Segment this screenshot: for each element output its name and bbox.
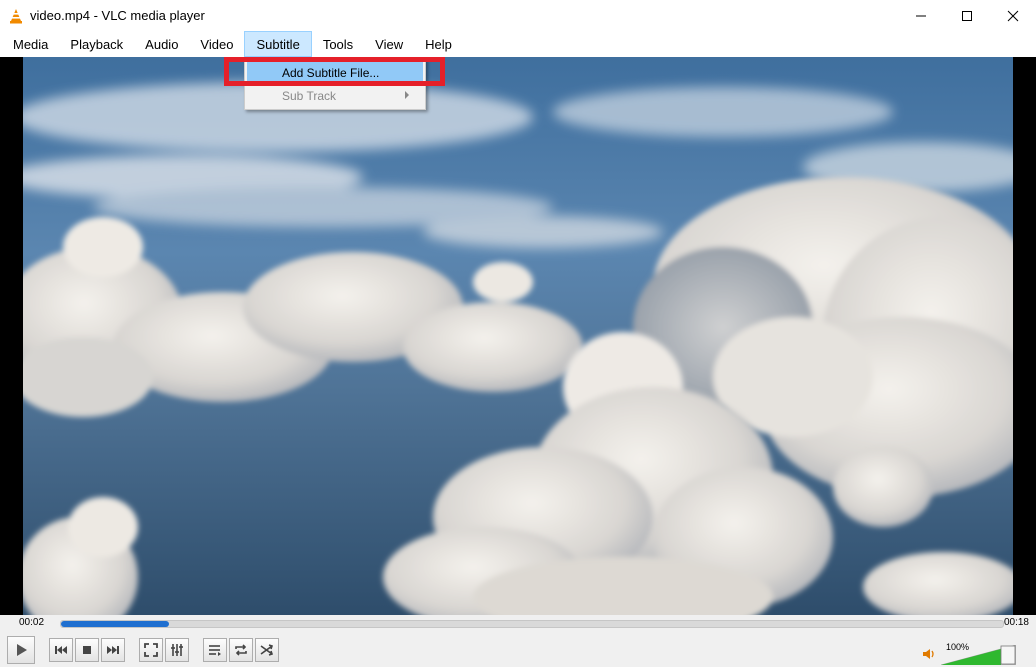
menu-audio[interactable]: Audio xyxy=(134,31,189,57)
menu-playback[interactable]: Playback xyxy=(59,31,134,57)
stop-icon xyxy=(83,646,91,654)
menu-subtitle[interactable]: Subtitle xyxy=(244,31,312,57)
fullscreen-icon xyxy=(144,643,158,657)
volume-slider[interactable] xyxy=(941,645,1016,665)
stop-button[interactable] xyxy=(75,638,99,662)
menu-sub-track[interactable]: Sub Track xyxy=(247,85,423,107)
play-button[interactable] xyxy=(7,636,35,664)
title-bar: video.mp4 - VLC media player xyxy=(0,0,1036,31)
previous-icon xyxy=(55,646,67,654)
close-icon xyxy=(1007,10,1019,21)
menu-video[interactable]: Video xyxy=(189,31,244,57)
window-title: video.mp4 - VLC media player xyxy=(30,8,205,23)
seek-progress-fill xyxy=(61,621,170,627)
minimize-icon xyxy=(916,15,926,16)
menu-view[interactable]: View xyxy=(364,31,414,57)
maximize-icon xyxy=(962,10,972,21)
shuffle-button[interactable] xyxy=(255,638,279,662)
video-frame-sky-clouds xyxy=(23,57,1013,615)
loop-icon xyxy=(235,644,247,656)
control-bar: 100% xyxy=(0,633,1036,667)
video-display[interactable] xyxy=(0,57,1036,615)
loop-button[interactable] xyxy=(229,638,253,662)
speaker-icon[interactable] xyxy=(922,647,936,661)
menu-help[interactable]: Help xyxy=(414,31,463,57)
previous-button[interactable] xyxy=(49,638,73,662)
extended-settings-icon xyxy=(171,644,183,656)
menu-media[interactable]: Media xyxy=(2,31,59,57)
current-time: 00:02 xyxy=(19,617,45,628)
total-time: 00:18 xyxy=(1003,617,1029,628)
close-button[interactable] xyxy=(990,0,1036,31)
playlist-icon xyxy=(209,645,221,656)
vlc-cone-icon xyxy=(10,8,22,23)
playlist-button[interactable] xyxy=(203,638,227,662)
seek-bar-row: 00:02 00:18 xyxy=(0,615,1036,633)
shuffle-icon xyxy=(260,644,274,656)
maximize-button[interactable] xyxy=(944,0,990,31)
menu-bar: Media Playback Audio Video Subtitle Tool… xyxy=(0,31,1036,57)
annotation-highlight-box xyxy=(224,57,445,86)
next-icon xyxy=(107,646,119,654)
submenu-arrow-icon xyxy=(405,91,409,99)
extended-settings-button[interactable] xyxy=(165,638,189,662)
fullscreen-button[interactable] xyxy=(139,638,163,662)
menu-tools[interactable]: Tools xyxy=(312,31,364,57)
play-icon xyxy=(17,644,27,656)
minimize-button[interactable] xyxy=(898,0,944,31)
seek-slider[interactable] xyxy=(60,620,1004,628)
next-button[interactable] xyxy=(101,638,125,662)
menu-sub-track-label: Sub Track xyxy=(282,89,337,103)
